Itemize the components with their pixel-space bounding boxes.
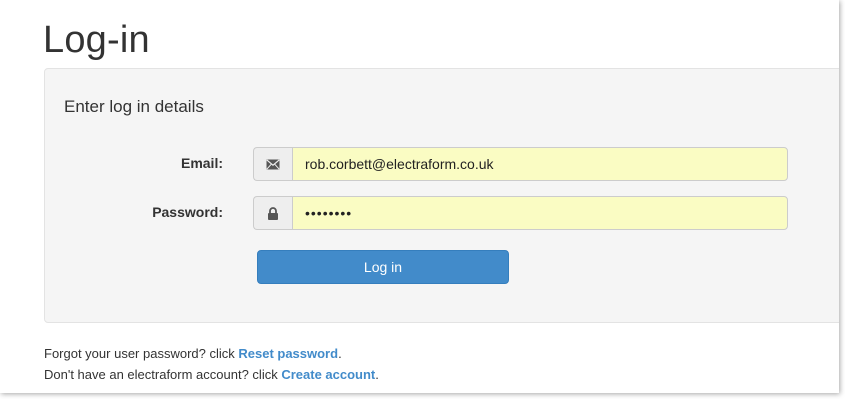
envelope-icon <box>253 147 292 181</box>
login-window: Log-in Enter log in details Email: Passw… <box>0 0 839 393</box>
reset-password-link[interactable]: Reset password <box>238 346 338 361</box>
create-account-suffix: . <box>375 367 379 382</box>
forgot-password-suffix: . <box>338 346 342 361</box>
password-label: Password: <box>152 204 223 220</box>
password-field[interactable] <box>292 196 788 230</box>
password-input-group <box>253 196 788 230</box>
create-account-prefix: Don't have an electraform account? click <box>44 367 282 382</box>
forgot-password-text: Forgot your user password? click Reset p… <box>44 346 342 361</box>
panel-heading: Enter log in details <box>64 97 204 116</box>
create-account-text: Don't have an electraform account? click… <box>44 367 379 382</box>
email-input-group <box>253 147 788 181</box>
email-field[interactable] <box>292 147 788 181</box>
lock-icon <box>253 196 292 230</box>
login-panel: Enter log in details Email: Password: <box>44 68 839 323</box>
login-button[interactable]: Log in <box>257 250 509 284</box>
email-label: Email: <box>180 155 223 171</box>
page-title: Log-in <box>43 19 150 61</box>
create-account-link[interactable]: Create account <box>281 367 375 382</box>
forgot-password-prefix: Forgot your user password? click <box>44 346 239 361</box>
